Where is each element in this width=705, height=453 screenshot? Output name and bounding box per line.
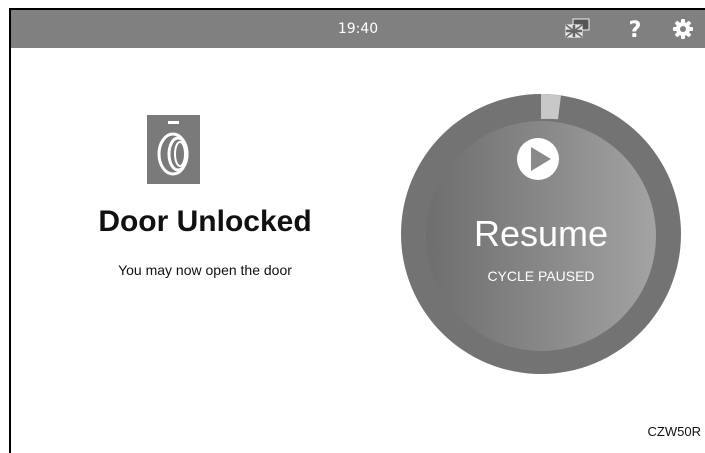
door-status-message: You may now open the door <box>118 262 292 278</box>
settings-gear-icon[interactable] <box>671 17 695 41</box>
language-flag-icon[interactable] <box>564 17 590 41</box>
svg-text:?: ? <box>629 18 642 41</box>
play-icon <box>517 138 559 180</box>
model-code: CZW50R <box>647 424 701 439</box>
dial-progress-arc <box>541 93 561 120</box>
help-icon[interactable]: ? <box>623 17 647 43</box>
door-status-title: Door Unlocked <box>98 205 312 238</box>
status-bar: 19:40 ? <box>11 10 705 48</box>
clock: 19:40 <box>337 21 379 37</box>
resume-dial-button[interactable] <box>401 83 701 383</box>
door-unlocked-icon <box>147 115 200 184</box>
